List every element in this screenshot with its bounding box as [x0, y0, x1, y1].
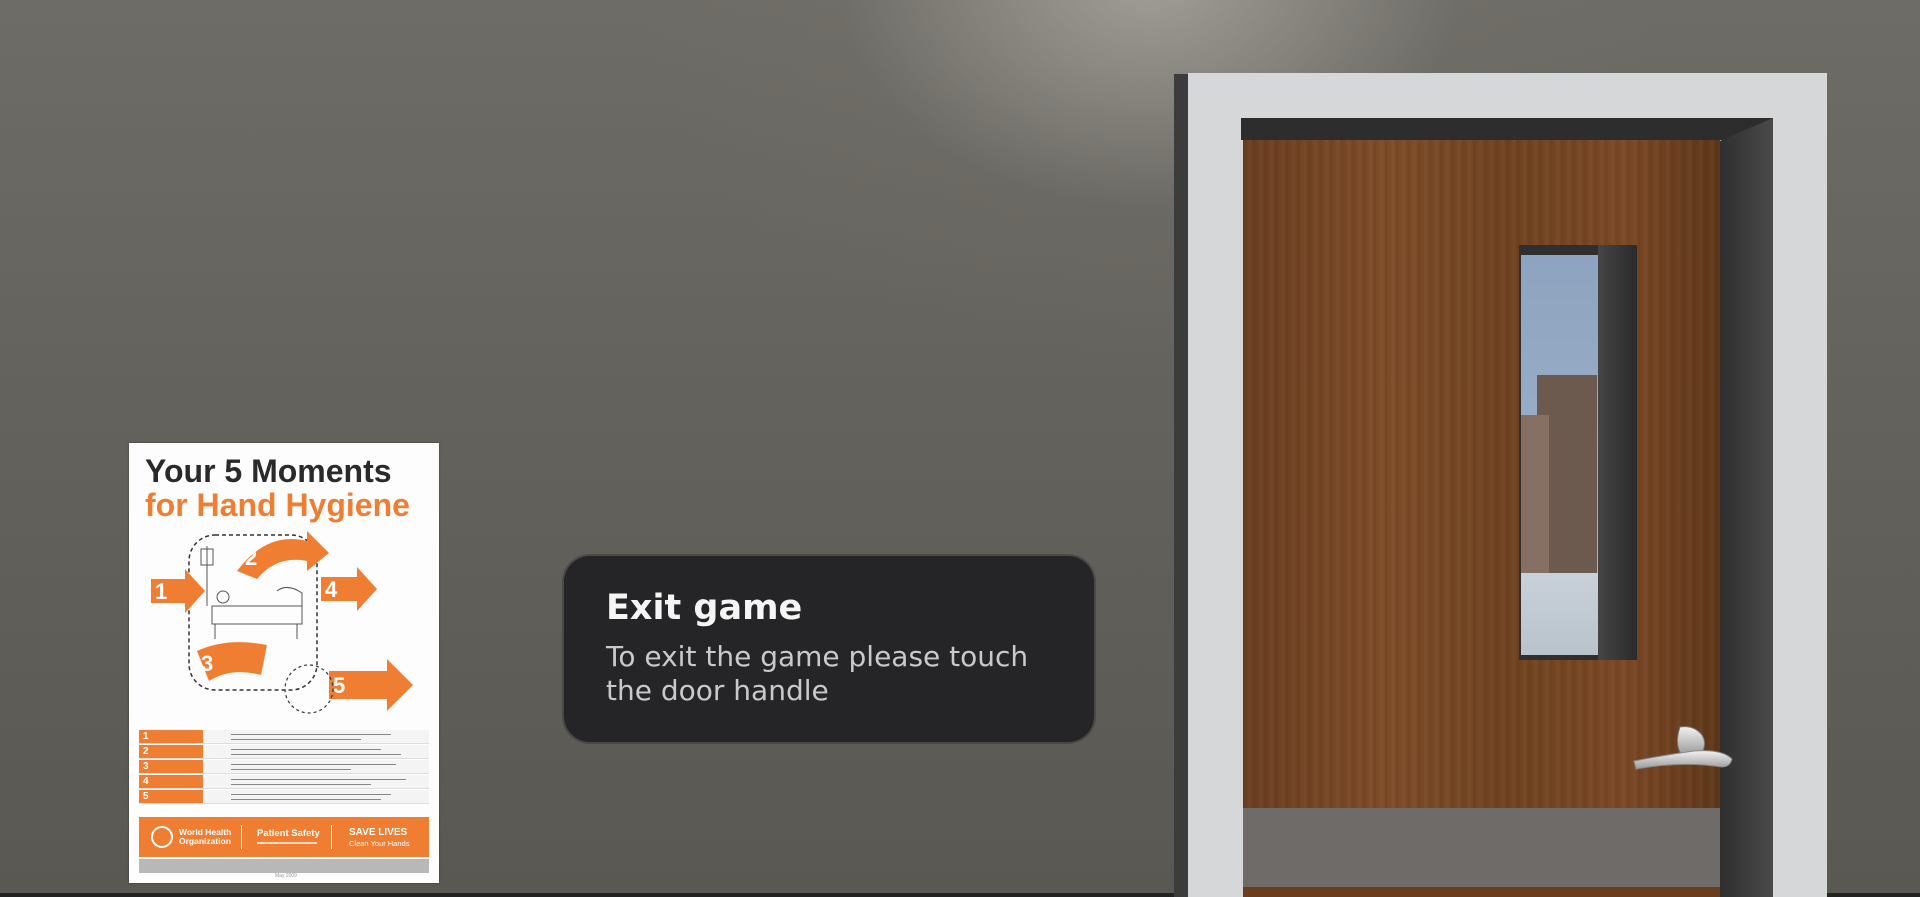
- moment-2-number: 2: [245, 545, 257, 570]
- table-row: 1: [139, 730, 429, 744]
- five-moments-illustration: 1 2 4 3 5: [151, 531, 413, 714]
- moment-2-arrow: 2: [237, 531, 329, 579]
- moments-table: 1 2 3 4 5: [139, 730, 429, 807]
- dialog-body: To exit the game please touch the door h…: [606, 640, 1029, 707]
- moment-1-number: 1: [155, 579, 167, 604]
- patient-safety-label: Patient Safety: [257, 828, 320, 839]
- exit-game-dialog: Exit game To exit the game please touch …: [564, 556, 1094, 742]
- door-window-depth: [1598, 245, 1637, 660]
- patient-safety-subline: [257, 842, 317, 844]
- door-frame-side: [1174, 74, 1188, 897]
- save-lives-label: SAVE LIVES: [349, 827, 408, 838]
- poster-footer-bar: World Health Organization Patient Safety…: [139, 817, 429, 857]
- door-frame-inner-top: [1241, 118, 1773, 140]
- hand-hygiene-poster: Your 5 Moments for Hand Hygiene 1 2 4 3 …: [129, 443, 439, 883]
- footer-divider: [331, 825, 332, 849]
- door-window: [1521, 255, 1598, 655]
- poster-title-line1: Your 5 Moments: [145, 453, 392, 489]
- footer-divider: [241, 825, 242, 849]
- moment-5-number: 5: [333, 673, 345, 698]
- poster-title-line2: for Hand Hygiene: [145, 487, 410, 523]
- moment-4-number: 4: [325, 577, 338, 602]
- poster-date: May 2009: [275, 873, 297, 879]
- who-name: World Health Organization: [179, 827, 232, 846]
- door-kick-plate: [1243, 808, 1720, 887]
- door: [1243, 140, 1720, 897]
- table-row: 4: [139, 775, 429, 789]
- table-row: 3: [139, 760, 429, 774]
- door-bottom: [1243, 887, 1720, 897]
- moment-3-arrow: 3: [197, 642, 267, 681]
- moment-5-arrow: 5: [329, 659, 413, 711]
- door-handle[interactable]: [1632, 725, 1736, 779]
- clean-hands-label: Clean Your Hands: [349, 839, 410, 848]
- dialog-title: Exit game: [606, 588, 803, 628]
- who-logo: [151, 826, 173, 848]
- moment-3-number: 3: [201, 651, 213, 676]
- moment-1-arrow: 1: [151, 569, 205, 613]
- poster-bottom-strip: [139, 859, 429, 873]
- door-frame-inner-right: [1719, 118, 1773, 897]
- table-row: 5: [139, 790, 429, 804]
- ground: [1521, 573, 1598, 655]
- moment-4-arrow: 4: [321, 567, 377, 611]
- table-row: 2: [139, 745, 429, 759]
